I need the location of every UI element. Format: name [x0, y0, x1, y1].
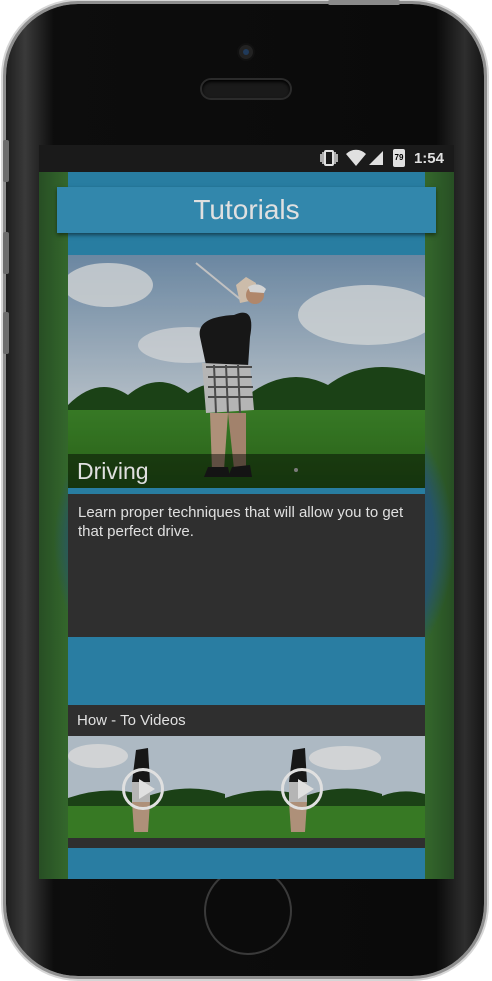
mute-switch [3, 140, 9, 182]
video-thumbnail-partial[interactable] [382, 736, 425, 838]
video-thumbnail[interactable] [225, 736, 382, 838]
video-thumbnail-image [382, 736, 425, 838]
vibrate-icon [320, 150, 338, 166]
play-icon[interactable] [122, 768, 164, 810]
video-thumbnail[interactable] [68, 736, 225, 838]
spacer-band [68, 637, 425, 705]
front-camera [239, 45, 253, 59]
battery-icon: 79 [393, 149, 405, 167]
divider [68, 838, 425, 848]
power-button [328, 0, 400, 5]
clock: 1:54 [413, 150, 444, 167]
how-to-videos-heading: How - To Videos [68, 705, 425, 736]
video-carousel[interactable] [68, 736, 425, 838]
bottom-band [68, 848, 425, 879]
page-title: Tutorials [57, 187, 436, 233]
signal-icon [369, 151, 383, 165]
featured-tutorial-card[interactable]: Driving [68, 255, 425, 488]
volume-down-button [3, 312, 9, 354]
battery-level: 79 [394, 153, 404, 162]
volume-up-button [3, 232, 9, 274]
featured-tutorial-description: Learn proper techniques that will allow … [68, 494, 425, 637]
featured-tutorial-title: Driving [68, 454, 425, 488]
play-icon[interactable] [281, 768, 323, 810]
app-screen: 79 1:54 Tutorials Driving Learn proper t… [39, 145, 454, 879]
status-bar: 79 1:54 [39, 145, 454, 172]
wifi-icon [346, 149, 366, 166]
home-button[interactable] [204, 867, 292, 955]
earpiece-speaker [202, 80, 290, 98]
